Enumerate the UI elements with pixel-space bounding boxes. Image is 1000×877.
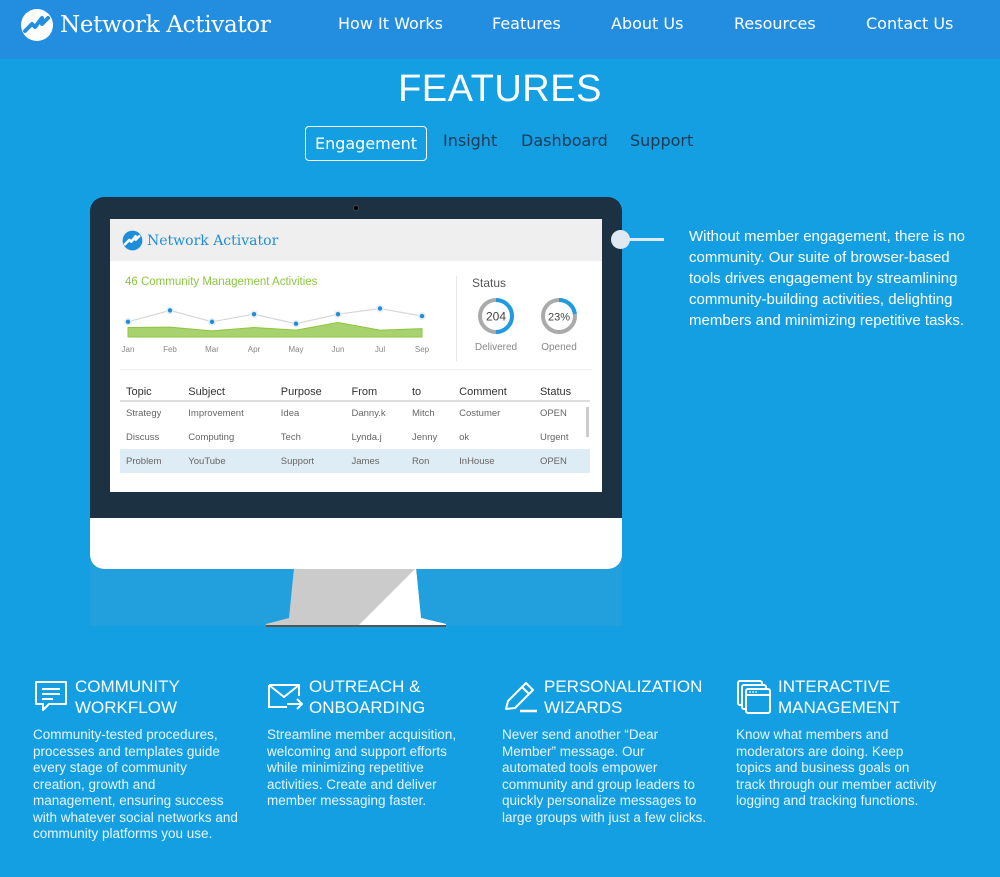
table-header-row: Topic Subject Purpose From to Comment St…	[120, 383, 590, 402]
network-activator-logo-icon	[122, 230, 143, 251]
cell-comment: ok	[459, 431, 470, 443]
cell-to: Jenny	[411, 431, 438, 443]
activity-area	[127, 322, 423, 338]
data-point	[125, 319, 131, 324]
x-tick-label: May	[288, 345, 303, 354]
activity-line-chart: Jan Feb Mar Apr May Jun Jul Sep	[122, 304, 430, 354]
cell-status: OPEN	[539, 408, 567, 419]
monitor-frame: Network Activator 46 Community Managemen…	[90, 197, 622, 569]
cell-comment: Costumer	[459, 408, 501, 419]
x-tick-label: Apr	[248, 345, 261, 354]
column-header-from[interactable]: From	[345, 383, 406, 402]
feature-body: Know what members and moderators are doi…	[736, 727, 937, 808]
feature-title: Interactive Management	[778, 677, 900, 717]
feature-body: Streamline member acquisition, welcoming…	[267, 727, 457, 808]
cell-subject: Computing	[188, 431, 235, 443]
nav-resources[interactable]: Resources	[734, 14, 816, 33]
dashboard-header: Network Activator	[110, 219, 602, 261]
table-scrollbar[interactable]	[586, 407, 589, 437]
opened-gauge: 23%	[541, 298, 577, 334]
x-tick-label: Sep	[415, 345, 430, 354]
status-title: Status	[472, 276, 507, 290]
opened-value: 23%	[548, 312, 570, 324]
tab-engagement[interactable]: Engagement	[305, 126, 427, 161]
vertical-divider	[456, 276, 457, 361]
engagement-description: Without member engagement, there is no c…	[689, 228, 965, 329]
tab-dashboard[interactable]: Dashboard	[521, 131, 608, 150]
brand-logo[interactable]: Network Activator	[20, 8, 271, 42]
pencil-icon	[505, 682, 537, 713]
cell-purpose: Support	[274, 449, 346, 473]
column-header-topic[interactable]: Topic	[120, 383, 183, 402]
data-point	[167, 308, 173, 313]
x-tick-label: Jul	[375, 345, 385, 354]
feature-title: Outreach & Onboarding	[309, 677, 426, 717]
cell-comment: InHouse	[453, 449, 534, 473]
table-row-selected[interactable]: Problem YouTube Support James Ron InHous…	[120, 449, 590, 473]
tab-insight[interactable]: Insight	[443, 131, 497, 150]
data-point	[209, 319, 215, 324]
x-tick-label: Feb	[163, 345, 177, 354]
column-header-to[interactable]: to	[405, 383, 454, 402]
cell-subject: YouTube	[182, 449, 275, 473]
cell-status: Urgent	[539, 431, 569, 443]
data-point	[293, 321, 299, 326]
network-activator-logo-icon	[21, 9, 53, 41]
feature-body: Community-tested procedures, processes a…	[33, 727, 238, 841]
cell-topic: Problem	[120, 449, 183, 473]
x-tick-label: Mar	[205, 345, 219, 354]
data-point	[377, 306, 383, 311]
top-navigation-bar: Network Activator How It Works Features …	[0, 0, 1000, 59]
cell-from: Danny.k	[351, 408, 386, 419]
nav-about-us[interactable]: About Us	[611, 14, 683, 33]
column-header-status[interactable]: Status	[533, 383, 590, 402]
features-heading: FEATURES	[398, 68, 602, 110]
horizontal-divider	[120, 369, 592, 370]
monitor-stand	[266, 568, 446, 627]
cell-to: Ron	[405, 449, 454, 473]
column-header-purpose[interactable]: Purpose	[274, 383, 346, 402]
dashboard-brand: Network Activator	[147, 232, 279, 249]
opened-label: Opened	[541, 342, 577, 353]
cell-topic: Discuss	[126, 431, 160, 443]
feature-title: Personalization Wizards	[544, 677, 703, 717]
data-point	[419, 313, 425, 319]
table-row[interactable]: Discuss Computing Tech Lynda.j Jenny ok …	[120, 425, 590, 449]
dashboard-logo: Network Activator	[122, 230, 278, 251]
activity-table: Topic Subject Purpose From to Comment St…	[120, 383, 590, 473]
nav-features[interactable]: Features	[492, 14, 561, 33]
chat-document-icon	[35, 681, 67, 711]
feature-body: Never send another “Dear Member” message…	[502, 727, 707, 825]
monitor-chin	[90, 518, 622, 569]
delivered-gauge: 204	[478, 298, 514, 334]
tab-support[interactable]: Support	[630, 131, 693, 150]
cell-from: James	[345, 449, 406, 473]
x-tick-label: Jan	[122, 345, 135, 354]
callout-line	[628, 238, 664, 241]
envelope-arrow-icon	[268, 684, 303, 710]
data-point	[251, 312, 257, 317]
cell-purpose: Idea	[280, 408, 300, 419]
cell-topic: Strategy	[126, 408, 162, 419]
webcam-dot	[353, 205, 359, 211]
cell-status: OPEN	[533, 449, 590, 473]
x-tick-label: Jun	[332, 345, 345, 354]
nav-how-it-works[interactable]: How It Works	[338, 14, 443, 33]
data-point	[335, 312, 341, 317]
dashboard-screen: Network Activator 46 Community Managemen…	[110, 219, 602, 492]
delivered-value: 204	[486, 310, 506, 324]
brand-name: Network Activator	[60, 12, 271, 38]
activity-chart-title: 46 Community Management Activities	[125, 276, 318, 288]
cell-from: Lynda.j	[351, 431, 382, 443]
cell-purpose: Tech	[280, 431, 301, 443]
column-header-subject[interactable]: Subject	[182, 383, 275, 402]
column-header-comment[interactable]: Comment	[453, 383, 534, 402]
delivered-label: Delivered	[474, 342, 518, 353]
cell-to: Mitch	[411, 408, 435, 419]
feature-title: Community Workflow	[75, 677, 180, 717]
nav-contact-us[interactable]: Contact Us	[866, 14, 953, 33]
stacked-windows-icon	[737, 680, 771, 714]
table-row[interactable]: Strategy Improvement Idea Danny.k Mitch …	[120, 401, 590, 425]
cell-subject: Improvement	[188, 408, 244, 419]
